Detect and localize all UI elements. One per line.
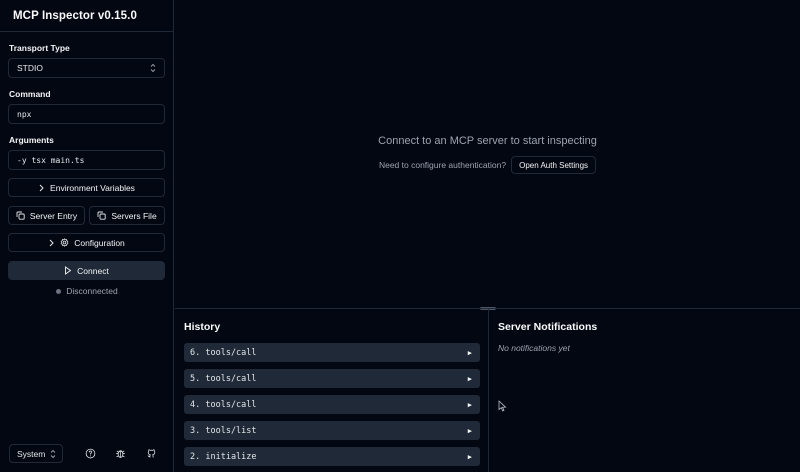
theme-value: System <box>17 448 46 459</box>
history-item-label: 3. tools/list <box>190 425 257 436</box>
sidebar: MCP Inspector v0.15.0 Transport Type STD… <box>0 0 174 472</box>
environment-variables-button[interactable]: Environment Variables <box>8 178 165 197</box>
expand-triangle-icon[interactable]: ▶ <box>468 427 472 435</box>
copy-icon <box>16 211 25 220</box>
theme-select[interactable]: System <box>9 444 63 463</box>
transport-type-select[interactable]: STDIO <box>8 58 165 78</box>
history-item[interactable]: 6. tools/call ▶ <box>184 343 480 362</box>
expand-triangle-icon[interactable]: ▶ <box>468 453 472 461</box>
history-item-label: 2. initialize <box>190 451 257 462</box>
command-input[interactable] <box>17 109 164 119</box>
environment-variables-label: Environment Variables <box>50 182 135 193</box>
command-label: Command <box>9 89 51 99</box>
transport-type-value: STDIO <box>17 63 43 73</box>
empty-state-title: Connect to an MCP server to start inspec… <box>378 135 597 147</box>
connection-status: Disconnected <box>0 286 174 296</box>
history-item[interactable]: 4. tools/call ▶ <box>184 395 480 414</box>
bug-icon[interactable] <box>115 448 126 459</box>
servers-file-button[interactable]: Servers File <box>89 206 165 225</box>
sidebar-header: MCP Inspector v0.15.0 <box>0 0 173 32</box>
github-icon[interactable] <box>146 448 157 459</box>
configuration-button[interactable]: Configuration <box>8 233 165 252</box>
connect-label: Connect <box>77 265 109 276</box>
chevron-up-down-icon <box>150 63 156 73</box>
chevron-right-icon <box>49 239 54 246</box>
history-item[interactable]: 5. tools/call ▶ <box>184 369 480 388</box>
servers-file-label: Servers File <box>111 210 157 221</box>
server-entry-label: Server Entry <box>29 210 78 221</box>
history-item[interactable]: 2. initialize ▶ <box>184 447 480 466</box>
mouse-cursor-icon <box>498 400 507 412</box>
gear-icon <box>60 238 69 247</box>
arguments-field[interactable] <box>8 150 165 170</box>
history-item-label: 6. tools/call <box>190 347 257 358</box>
history-item[interactable]: 3. tools/list ▶ <box>184 421 480 440</box>
help-icon[interactable] <box>85 448 96 459</box>
command-field[interactable] <box>8 104 165 124</box>
play-icon <box>65 266 72 275</box>
history-item-label: 4. tools/call <box>190 399 257 410</box>
status-text: Disconnected <box>66 286 118 296</box>
expand-triangle-icon[interactable]: ▶ <box>468 349 472 357</box>
chevron-right-icon <box>39 184 44 191</box>
transport-type-label: Transport Type <box>9 43 70 53</box>
app-title: MCP Inspector v0.15.0 <box>13 10 137 22</box>
history-panel: History 6. tools/call ▶ 5. tools/call ▶ … <box>175 309 489 472</box>
main-empty-state: Connect to an MCP server to start inspec… <box>175 0 800 308</box>
main-content: Connect to an MCP server to start inspec… <box>175 0 800 472</box>
notifications-title: Server Notifications <box>498 321 598 333</box>
chevron-up-down-icon <box>50 449 56 459</box>
arguments-label: Arguments <box>9 135 54 145</box>
connect-button[interactable]: Connect <box>8 261 165 280</box>
history-title: History <box>184 321 221 333</box>
arguments-input[interactable] <box>17 155 164 165</box>
history-item-label: 5. tools/call <box>190 373 257 384</box>
open-auth-settings-button[interactable]: Open Auth Settings <box>511 156 597 174</box>
server-entry-button[interactable]: Server Entry <box>8 206 85 225</box>
auth-prompt-text: Need to configure authentication? <box>378 160 507 170</box>
copy-icon <box>97 211 106 220</box>
status-dot <box>56 288 62 294</box>
expand-triangle-icon[interactable]: ▶ <box>468 375 472 383</box>
configuration-label: Configuration <box>74 237 125 248</box>
bottom-panel: History 6. tools/call ▶ 5. tools/call ▶ … <box>175 308 800 472</box>
server-notifications-panel: Server Notifications No notifications ye… <box>490 309 800 472</box>
auth-row: Need to configure authentication? Open A… <box>175 156 800 174</box>
expand-triangle-icon[interactable]: ▶ <box>468 401 472 409</box>
notifications-empty-text: No notifications yet <box>498 343 570 353</box>
